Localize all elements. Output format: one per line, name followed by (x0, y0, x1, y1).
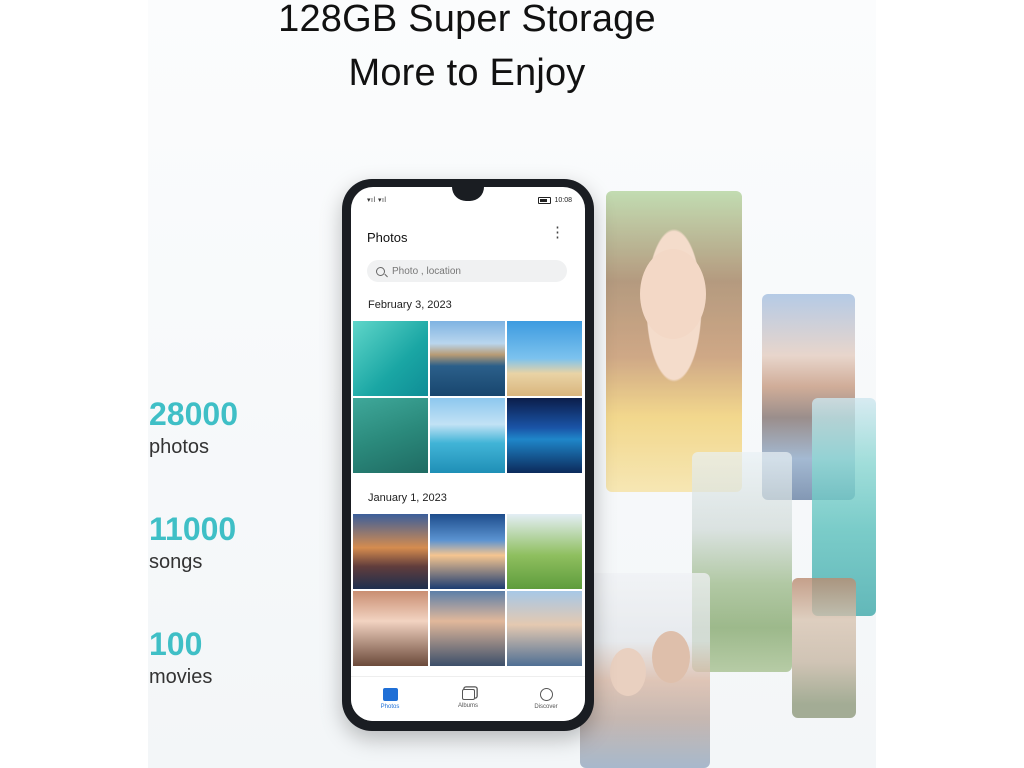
photo-thumbnail[interactable] (430, 591, 505, 666)
stat-label: photos (149, 436, 210, 458)
stat-photos: 28000 photos (149, 398, 238, 459)
phone-device: ▾ıl ▾ıl 10:08 Photos ⋮ Photo , location … (342, 179, 594, 731)
app-title: Photos (367, 230, 408, 245)
stat-label: songs (149, 551, 203, 573)
signal-icon: ▾ıl ▾ıl (367, 197, 387, 204)
photo-thumbnail[interactable] (353, 591, 428, 666)
section-date: February 3, 2023 (368, 299, 452, 311)
nav-albums[interactable]: Albums (438, 689, 498, 709)
face-shape (640, 249, 706, 339)
photo-thumbnail[interactable] (507, 321, 582, 396)
phone-screen: ▾ıl ▾ıl 10:08 Photos ⋮ Photo , location … (351, 187, 585, 721)
photo-thumbnail[interactable] (353, 514, 428, 589)
photo-thumbnail[interactable] (507, 591, 582, 666)
photo-grid (353, 321, 583, 473)
face-shape (610, 648, 646, 696)
search-placeholder: Photo , location (392, 265, 461, 277)
more-options-icon[interactable]: ⋮ (550, 225, 565, 240)
photo-thumbnail[interactable] (430, 398, 505, 473)
face-shape (652, 631, 690, 683)
nav-label: Photos (380, 704, 400, 710)
photo-thumbnail[interactable] (353, 398, 428, 473)
battery-icon (538, 197, 552, 204)
status-time: 10:08 (554, 197, 572, 204)
stat-number: 100 (149, 626, 203, 662)
camera-notch (452, 187, 484, 201)
nav-label: Albums (457, 703, 478, 709)
photo-thumbnail[interactable] (430, 321, 505, 396)
couple-photo-card (580, 573, 710, 768)
photo-thumbnail[interactable] (507, 398, 582, 473)
search-icon (376, 266, 385, 276)
photo-thumbnail[interactable] (430, 514, 505, 589)
status-bar-right: 10:08 (538, 197, 572, 204)
nav-photos[interactable]: Photos (360, 688, 420, 710)
bottom-navigation: Photos Albums Discover (351, 676, 585, 721)
stat-movies: 100 movies (149, 628, 212, 689)
photos-icon (382, 688, 398, 701)
headline-line-2: More to Enjoy (348, 52, 586, 94)
stat-number: 11000 (149, 511, 237, 547)
nav-label: Discover (534, 704, 558, 710)
section-date: January 1, 2023 (368, 492, 447, 504)
headline-line-1: 128GB Super Storage (278, 0, 656, 40)
portrait-photo-card (606, 191, 742, 492)
stat-label: movies (149, 666, 213, 688)
photo-grid (353, 514, 583, 666)
search-bar[interactable]: Photo , location (367, 260, 567, 282)
photo-thumbnail[interactable] (507, 514, 582, 589)
stat-number: 28000 (149, 396, 238, 432)
discover-icon (539, 688, 553, 701)
nav-discover[interactable]: Discover (516, 688, 576, 710)
photo-thumbnail[interactable] (353, 321, 428, 396)
albums-icon (461, 689, 475, 700)
stat-songs: 11000 songs (149, 513, 236, 574)
town-photo-card (792, 578, 856, 718)
